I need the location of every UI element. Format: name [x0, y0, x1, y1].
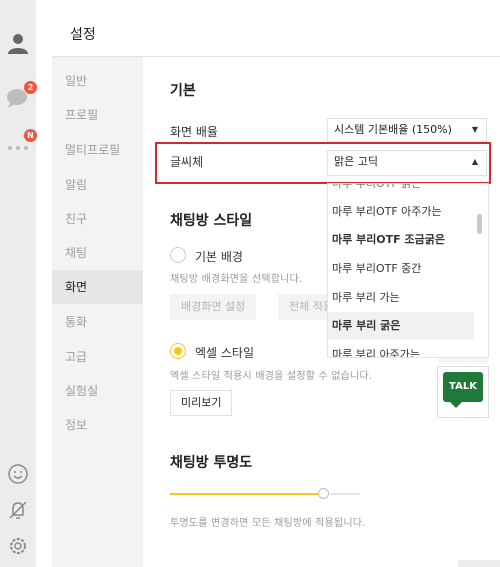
nav-item-multiprofile[interactable]: 멀티프로필 — [52, 133, 143, 167]
font-option-partial[interactable]: 마루 부리OTF 굵은 — [328, 184, 474, 198]
excel-style-radio[interactable] — [170, 343, 186, 359]
chat-style-title: 채팅방 스타일 — [170, 213, 253, 229]
nav-item-notifications[interactable]: 알림 — [52, 168, 143, 202]
background-setting-button[interactable]: 배경화면 설정 — [170, 294, 257, 320]
settings-nav: 일반 프로필 멀티프로필 알림 친구 채팅 화면 통화 고급 실험실 정보 — [52, 57, 143, 567]
opacity-slider-handle[interactable] — [318, 488, 329, 499]
notification-off-icon[interactable] — [6, 498, 30, 522]
font-option[interactable]: 마루 부리 아주가는 — [328, 341, 474, 357]
page-title: 설정 — [70, 27, 96, 43]
nav-item-general[interactable]: 일반 — [52, 64, 143, 98]
opacity-desc: 투명도를 변경하면 모든 채팅방에 적용됩니다. — [170, 518, 366, 529]
font-option[interactable]: 마루 부리OTF 중간 — [328, 255, 474, 283]
font-option[interactable]: 마루 부리 가는 — [328, 284, 474, 312]
nav-item-lab[interactable]: 실험실 — [52, 374, 143, 408]
friends-icon[interactable] — [6, 31, 30, 55]
preview-button[interactable]: 미리보기 — [170, 390, 233, 416]
window-corner — [458, 560, 500, 567]
nav-item-profile[interactable]: 프로필 — [52, 98, 143, 132]
chevron-down-icon: ▼ — [471, 125, 478, 134]
zoom-select[interactable]: 시스템 기본배율 (150%) ▼ — [327, 118, 487, 142]
opacity-slider-track — [330, 493, 360, 495]
chat-unread-badge: 2 — [24, 81, 37, 94]
basic-background-desc: 채팅방 배경화면을 선택합니다. — [170, 274, 303, 285]
font-dropdown-list[interactable]: 마루 부리OTF 굵은 마루 부리OTF 아주가는 마루 부리OTF 조금굵은 … — [327, 183, 489, 358]
basic-background-radio[interactable] — [170, 247, 186, 263]
more-new-badge: N — [24, 129, 37, 142]
settings-icon[interactable] — [6, 534, 30, 558]
talk-bubble-icon: TALK — [443, 372, 483, 402]
zoom-label: 화면 배율 — [170, 125, 218, 139]
dropdown-scrollbar[interactable] — [477, 214, 482, 234]
font-option-highlighted[interactable]: 마루 부리 굵은 — [328, 312, 474, 340]
nav-item-display[interactable]: 화면 — [52, 270, 143, 304]
font-option[interactable]: 마루 부리OTF 조금굵은 — [328, 226, 474, 254]
font-label: 글씨체 — [170, 155, 204, 169]
nav-item-advanced[interactable]: 고급 — [52, 340, 143, 374]
talk-bubble-tail — [450, 402, 462, 408]
excel-style-label: 엑셀 스타일 — [195, 346, 255, 360]
font-option[interactable]: 마루 부리OTF 아주가는 — [328, 198, 474, 226]
zoom-select-value: 시스템 기본배율 (150%) — [334, 123, 452, 136]
basic-background-label: 기본 배경 — [195, 250, 243, 264]
opacity-title: 채팅방 투명도 — [170, 455, 253, 471]
nav-item-call[interactable]: 통화 — [52, 305, 143, 339]
excel-style-desc: 엑셀 스타일 적용시 배경을 설정할 수 없습니다. — [170, 371, 373, 382]
icon-rail: 2 N — [0, 0, 37, 567]
opacity-slider-fill — [170, 493, 320, 495]
basic-section-title: 기본 — [170, 83, 196, 99]
chevron-up-icon: ▲ — [471, 157, 478, 166]
nav-item-chat[interactable]: 채팅 — [52, 236, 143, 270]
talk-theme-thumbnail[interactable]: TALK — [437, 366, 489, 418]
nav-item-friends[interactable]: 친구 — [52, 202, 143, 236]
nav-item-info[interactable]: 정보 — [52, 408, 143, 442]
font-select-value: 맑은 고딕 — [334, 155, 378, 168]
emoticon-icon[interactable] — [6, 462, 30, 486]
font-select[interactable]: 맑은 고딕 ▲ — [327, 150, 487, 176]
